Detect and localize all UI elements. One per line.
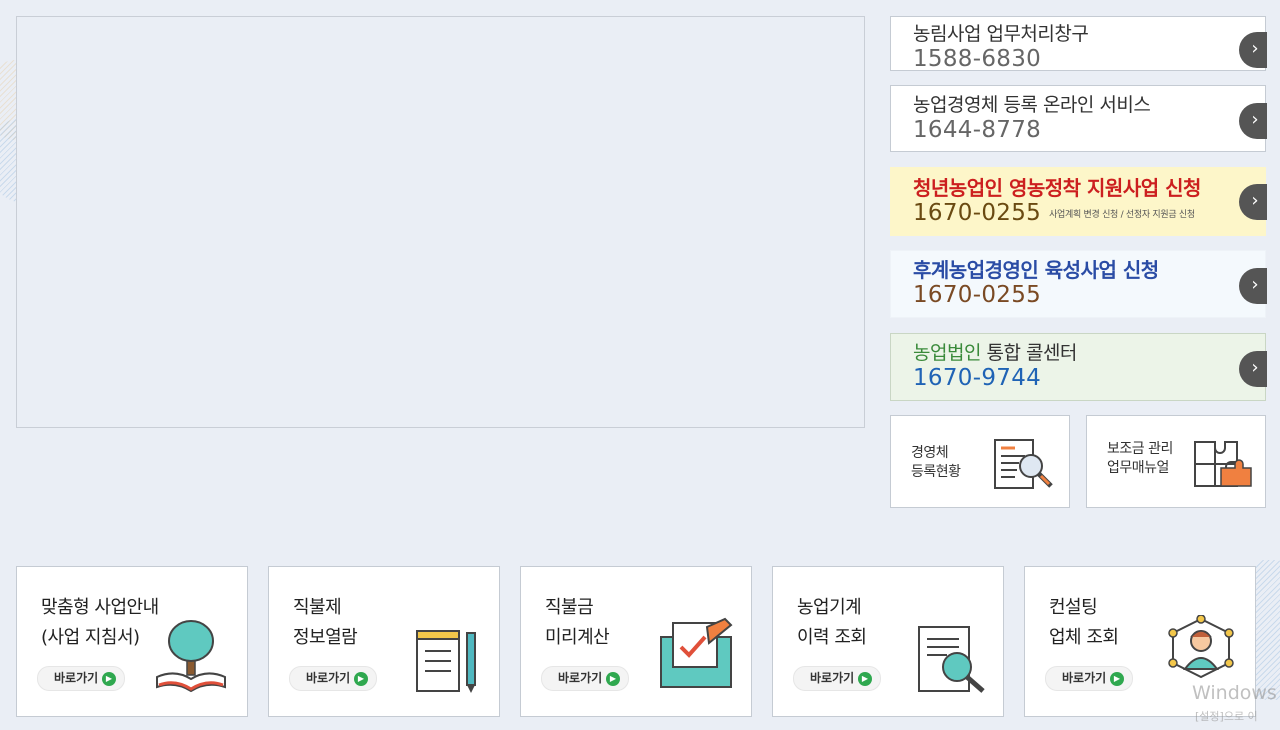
windows-activation-watermark: Windows [1192, 682, 1277, 704]
service-title: 농업경영체 등록 온라인 서비스 [913, 94, 1151, 116]
card-title: 농업기계 이력 조회 [797, 593, 867, 653]
card-title-line: 업체 조회 [1049, 627, 1119, 648]
go-button[interactable]: 바로가기 ▶ [37, 666, 125, 691]
service-title-rest: 통합 콜센터 [980, 342, 1077, 364]
card-direct-payment-calculator[interactable]: 직불금 미리계산 바로가기 ▶ [520, 566, 752, 717]
service-farm-registration-online[interactable]: 농업경영체 등록 온라인 서비스 1644-8778 › [890, 85, 1267, 152]
quick-farm-registration-status[interactable]: 경영체 등록현황 [890, 415, 1070, 508]
consultant-network-icon [1168, 615, 1234, 679]
play-icon: ▶ [102, 672, 116, 686]
service-title-highlight: 농업법인 [913, 342, 981, 364]
calculator-check-icon [660, 617, 733, 688]
go-button-label: 바로가기 [558, 671, 603, 685]
service-successor-farmer-support[interactable]: 후계농업경영인 육성사업 신청 1670-0255 › [890, 250, 1267, 318]
service-phone: 1588-6830 [913, 46, 1042, 72]
chevron-right-icon[interactable]: › [1239, 268, 1267, 304]
service-phone: 1670-0255 [913, 282, 1042, 308]
chevron-right-icon[interactable]: › [1239, 351, 1267, 387]
notepad-pen-icon [416, 630, 476, 693]
service-title: 청년농업인 영농정착 지원사업 신청 [913, 176, 1201, 200]
play-icon: ▶ [1110, 672, 1124, 686]
play-icon: ▶ [354, 672, 368, 686]
quick-label-line: 업무매뉴얼 [1107, 460, 1169, 476]
card-title-line: 정보열람 [293, 627, 358, 648]
quick-label: 보조금 관리 업무매뉴얼 [1107, 440, 1173, 478]
go-button[interactable]: 바로가기 ▶ [541, 666, 629, 691]
main-banner-area [16, 16, 865, 428]
quick-label-line: 등록현황 [911, 464, 961, 480]
card-title-line: 농업기계 [797, 597, 862, 618]
service-title: 농림사업 업무처리창구 [913, 23, 1089, 45]
service-subtext: 사업계획 변경 신청 / 선정자 지원금 신청 [1049, 210, 1195, 220]
go-button-label: 바로가기 [54, 671, 99, 685]
card-title-line: (사업 지침서) [41, 627, 140, 648]
go-button[interactable]: 바로가기 ▶ [289, 666, 377, 691]
quick-label-line: 보조금 관리 [1107, 441, 1173, 457]
card-direct-payment-info[interactable]: 직불제 정보열람 바로가기 ▶ [268, 566, 500, 717]
service-phone: 1670-9744 [913, 365, 1042, 391]
card-title-line: 직불제 [293, 597, 342, 618]
service-young-farmer-support[interactable]: 청년농업인 영농정착 지원사업 신청 1670-0255 사업계획 변경 신청 /… [890, 167, 1267, 236]
service-agri-corporation-call-center[interactable]: 농업법인 통합 콜센터 1670-9744 › [890, 333, 1267, 401]
chevron-right-icon[interactable]: › [1239, 184, 1267, 220]
go-button-label: 바로가기 [1062, 671, 1107, 685]
quick-label-line: 경영체 [911, 445, 949, 461]
puzzle-icon [1194, 441, 1252, 487]
chevron-right-icon[interactable]: › [1239, 32, 1267, 68]
go-button[interactable]: 바로가기 ▶ [793, 666, 881, 691]
service-title: 후계농업경영인 육성사업 신청 [913, 258, 1159, 282]
card-title: 직불금 미리계산 [545, 593, 610, 653]
service-phone-row: 1670-0255 사업계획 변경 신청 / 선정자 지원금 신청 [913, 199, 1265, 229]
tree-book-icon [156, 620, 226, 693]
card-title-line: 컨설팅 [1049, 597, 1098, 618]
card-title-line: 이력 조회 [797, 627, 867, 648]
windows-activation-watermark-sub: [설정]으로 이 [1195, 710, 1258, 723]
service-phone: 1670-0255 [913, 200, 1042, 226]
service-agriculture-business-window[interactable]: 농림사업 업무처리창구 1588-6830 › [890, 16, 1267, 72]
document-search-icon [994, 439, 1053, 489]
card-title: 맞춤형 사업안내 (사업 지침서) [41, 593, 159, 653]
go-button-label: 바로가기 [810, 671, 855, 685]
service-phone: 1644-8778 [913, 117, 1042, 143]
play-icon: ▶ [606, 672, 620, 686]
magnifier-document-icon [918, 626, 985, 693]
service-title: 농업법인 통합 콜센터 [913, 342, 1265, 364]
go-button-label: 바로가기 [306, 671, 351, 685]
card-title-line: 직불금 [545, 597, 594, 618]
go-button[interactable]: 바로가기 ▶ [1045, 666, 1133, 691]
quick-label: 경영체 등록현황 [911, 444, 961, 482]
chevron-right-icon[interactable]: › [1239, 103, 1267, 139]
quick-subsidy-manual[interactable]: 보조금 관리 업무매뉴얼 [1086, 415, 1266, 508]
play-icon: ▶ [858, 672, 872, 686]
card-title: 컨설팅 업체 조회 [1049, 593, 1119, 653]
card-title-line: 미리계산 [545, 627, 610, 648]
card-title-line: 맞춤형 사업안내 [41, 597, 159, 618]
card-farm-machinery-history[interactable]: 농업기계 이력 조회 바로가기 ▶ [772, 566, 1004, 717]
card-title: 직불제 정보열람 [293, 593, 358, 653]
card-custom-business-guide[interactable]: 맞춤형 사업안내 (사업 지침서) 바로가기 ▶ [16, 566, 248, 717]
